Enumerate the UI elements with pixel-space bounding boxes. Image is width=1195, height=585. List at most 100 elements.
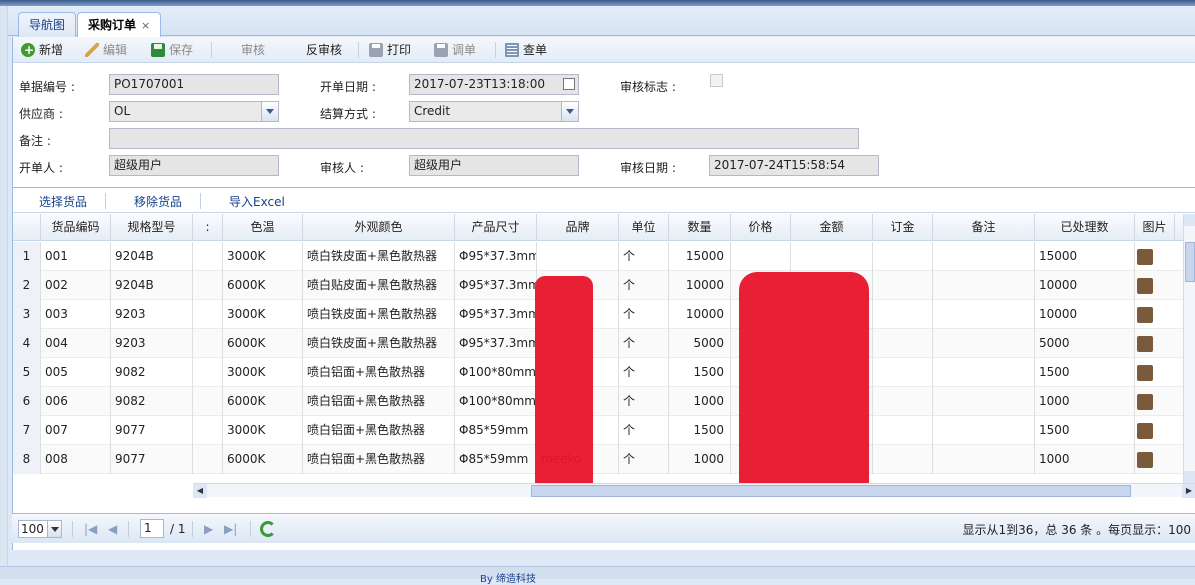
product-image-thumbnail[interactable] [1137,278,1153,294]
table-cell: Φ85*59mm [455,445,537,474]
table-cell: 6000K [223,271,303,300]
column-header[interactable]: 品牌 [537,214,619,241]
add-button[interactable]: 新增 [21,41,63,59]
tune-order-button[interactable]: 调单 [434,41,476,59]
table-cell: 9204B [111,271,193,300]
table-cell: Φ100*80mm [455,387,537,416]
column-header[interactable]: 外观颜色 [303,214,455,241]
table-cell [193,329,223,358]
product-image-thumbnail[interactable] [1137,249,1153,265]
remove-goods-button[interactable]: 移除货品 [134,193,182,210]
product-image-thumbnail[interactable] [1137,365,1153,381]
save-button[interactable]: 保存 [151,41,193,59]
creator-field[interactable]: 超级用户 [109,155,279,176]
table-row[interactable]: 4 004 9203 6000K 喷白铁皮面+黑色散热器 Φ95*37.3mm 个 5000 5… [13,329,1183,358]
settle-select[interactable]: Credit [409,101,579,122]
column-header[interactable]: 金额 [791,214,873,241]
table-cell: 1500 [1035,358,1135,387]
table-cell [873,329,933,358]
scroll-right-icon[interactable]: ▶ [1182,484,1195,498]
select-goods-button[interactable]: 选择货品 [39,193,87,210]
column-header[interactable]: 色温 [223,214,303,241]
edit-button[interactable]: 编辑 [85,41,127,59]
print-button[interactable]: 打印 [369,41,411,59]
doc-no-field[interactable]: PO1707001 [109,74,279,95]
horizontal-scrollbar[interactable]: ◀ ▶ [193,483,1195,498]
column-header[interactable]: : [193,214,223,241]
row-number-header[interactable] [13,214,41,241]
scroll-thumb[interactable] [1185,242,1195,282]
last-page-icon[interactable]: ▶| [224,522,237,536]
column-header[interactable]: 已处理数 [1035,214,1135,241]
close-icon[interactable]: × [141,19,150,32]
scroll-up-icon[interactable] [1184,214,1195,226]
column-header[interactable]: 价格 [731,214,791,241]
list-icon [505,43,519,57]
table-cell: 008 [41,445,111,474]
open-date-field[interactable]: 2017-07-23T13:18:00 [409,74,579,95]
first-page-icon[interactable]: |◀ [84,522,97,536]
scroll-down-icon[interactable] [1184,471,1195,483]
table-cell: 1000 [1035,445,1135,474]
product-image-thumbnail[interactable] [1137,336,1153,352]
supplier-select[interactable]: OL [109,101,279,122]
table-cell [873,387,933,416]
vertical-scrollbar[interactable] [1183,214,1195,483]
table-row[interactable]: 7 007 9077 3000K 喷白铝面+黑色散热器 Φ85*59mm 个 1500 1500 [13,416,1183,445]
product-image-thumbnail[interactable] [1137,307,1153,323]
auditor-field[interactable]: 超级用户 [409,155,579,176]
scroll-thumb[interactable] [531,485,1131,497]
page-number-input[interactable]: 1 [140,519,164,538]
table-cell [873,300,933,329]
page-size-select[interactable]: 100 [18,520,62,538]
table-cell: 10000 [669,300,731,329]
row-number-cell: 4 [13,329,41,358]
table-cell: 003 [41,300,111,329]
tab-purchase-order[interactable]: 采购订单 × [77,12,162,38]
pager-separator [72,521,73,537]
table-cell: 1000 [1035,387,1135,416]
unaudit-button[interactable]: 反审核 [306,41,342,59]
table-cell [933,300,1035,329]
tab-navigation[interactable]: 导航图 [18,12,77,37]
table-row[interactable]: 1 001 9204B 3000K 喷白铁皮面+黑色散热器 Φ95*37.3mm 个 1500… [13,242,1183,271]
column-header[interactable]: 备注 [933,214,1035,241]
column-header[interactable]: 订金 [873,214,933,241]
table-row[interactable]: 800890776000K喷白铝面+黑色散热器Φ85*59mmmeeko个100… [13,445,1183,474]
product-image-thumbnail[interactable] [1137,452,1153,468]
remark-field[interactable] [109,128,859,149]
product-image-thumbnail[interactable] [1137,394,1153,410]
chevron-down-icon[interactable] [561,102,578,121]
scroll-left-icon[interactable]: ◀ [193,484,207,498]
audit-flag-checkbox[interactable] [710,74,723,87]
column-header[interactable]: 产品尺寸 [455,214,537,241]
column-header[interactable]: 图片 [1135,214,1175,241]
table-row[interactable]: 6 006 9082 6000K 喷白铝面+黑色散热器 Φ100*80mm 个 1000 100… [13,387,1183,416]
column-header[interactable]: 规格型号 [111,214,193,241]
import-excel-button[interactable]: 导入Excel [229,193,285,210]
column-header[interactable]: 货品编码 [41,214,111,241]
paging-info: 显示从1到36，总 36 条 。每页显示：100 [962,523,1191,537]
chevron-down-icon[interactable] [261,102,278,121]
column-header[interactable]: 数量 [669,214,731,241]
prev-page-icon[interactable]: ◀ [108,522,117,536]
pager-separator [128,521,129,537]
next-page-icon[interactable]: ▶ [204,522,213,536]
table-cell: 6000K [223,445,303,474]
chevron-down-icon[interactable] [47,521,61,537]
query-order-button[interactable]: 查单 [505,41,547,59]
product-image-thumbnail[interactable] [1137,423,1153,439]
footer: By 缔造科技 [0,566,1195,585]
refresh-icon[interactable] [260,521,276,537]
table-cell: 个 [619,416,669,445]
table-cell [791,242,873,271]
audit-button[interactable]: 审核 [241,41,265,59]
column-header[interactable]: 单位 [619,214,669,241]
table-row[interactable]: 3 003 9203 3000K 喷白铁皮面+黑色散热器 Φ95*37.3mm 个 10000… [13,300,1183,329]
audit-date-field[interactable]: 2017-07-24T15:58:54 [709,155,879,176]
table-row[interactable]: 5 005 9082 3000K 喷白铝面+黑色散热器 Φ100*80mm 个 1500 150… [13,358,1183,387]
table-cell: Φ95*37.3mm [455,242,537,271]
calendar-icon[interactable] [563,78,575,90]
table-row[interactable]: 2 002 9204B 6000K 喷白贴皮面+黑色散热器 Φ95*37.3mm 个 1000… [13,271,1183,300]
table-cell [731,242,791,271]
